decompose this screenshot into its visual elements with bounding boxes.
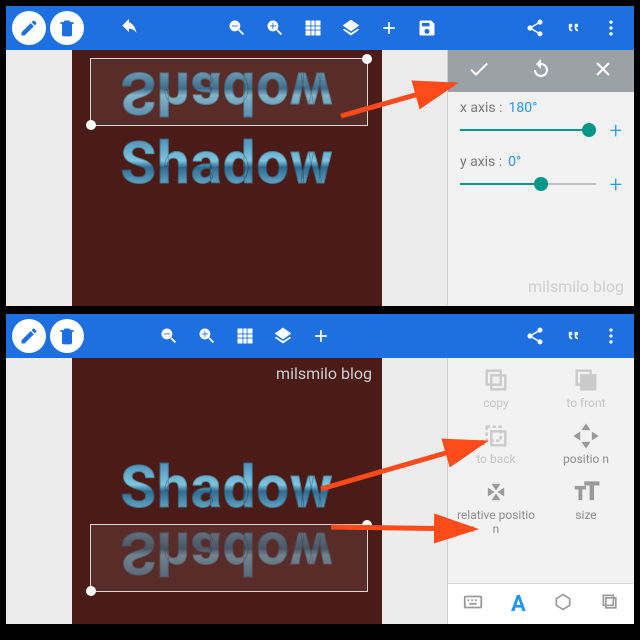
x-axis-value: 180° bbox=[508, 100, 537, 116]
add-button[interactable] bbox=[372, 11, 406, 45]
action-label: copy bbox=[483, 396, 508, 410]
toolbar bbox=[6, 6, 634, 50]
selection-handle[interactable] bbox=[362, 520, 372, 530]
y-axis-row: y axis : 0° bbox=[448, 146, 634, 170]
close-button[interactable] bbox=[591, 57, 615, 85]
selection-box[interactable] bbox=[90, 58, 368, 126]
plus-icon[interactable]: + bbox=[610, 119, 622, 144]
layers-button[interactable] bbox=[266, 319, 300, 353]
x-axis-slider[interactable]: + bbox=[460, 118, 622, 142]
undo-button[interactable] bbox=[112, 11, 146, 45]
watermark: milsmilo blog bbox=[276, 364, 372, 383]
screenshot-1: Shadow Shadow x axis : 180° + y axis : 0… bbox=[6, 6, 634, 306]
zoom-in-button[interactable] bbox=[190, 319, 224, 353]
action-size[interactable]: TT size bbox=[544, 474, 628, 538]
rotation-panel: x axis : 180° + y axis : 0° + milsmilo b… bbox=[447, 50, 634, 306]
watermark: milsmilo blog bbox=[528, 277, 624, 296]
edit-button[interactable] bbox=[12, 319, 46, 353]
grid-button[interactable] bbox=[296, 11, 330, 45]
more-button[interactable] bbox=[594, 11, 628, 45]
action-label: relative positio n bbox=[457, 508, 535, 536]
selection-handle[interactable] bbox=[86, 586, 96, 596]
panel-header bbox=[448, 50, 634, 92]
tab-shape[interactable] bbox=[553, 592, 573, 616]
actions-grid: copy to front to back positio n relative… bbox=[448, 358, 634, 542]
text-layer[interactable]: Shadow bbox=[120, 454, 333, 522]
selection-box[interactable] bbox=[90, 524, 368, 592]
action-label: size bbox=[575, 508, 596, 522]
selection-handle[interactable] bbox=[362, 54, 372, 64]
action-copy[interactable]: copy bbox=[454, 362, 538, 412]
canvas[interactable]: milsmilo blog Shadow Shadow bbox=[72, 358, 382, 624]
x-axis-label: x axis : bbox=[460, 100, 502, 116]
tab-layers[interactable] bbox=[600, 592, 620, 616]
edit-button[interactable] bbox=[12, 11, 46, 45]
quote-button[interactable] bbox=[556, 319, 590, 353]
zoom-out-button[interactable] bbox=[220, 11, 254, 45]
action-label: to front bbox=[566, 396, 605, 410]
zoom-out-button[interactable] bbox=[152, 319, 186, 353]
share-button[interactable] bbox=[518, 11, 552, 45]
y-axis-slider[interactable]: + bbox=[460, 172, 622, 196]
action-to-back[interactable]: to back bbox=[454, 418, 538, 468]
tab-text[interactable]: A bbox=[511, 592, 526, 617]
more-button[interactable] bbox=[594, 319, 628, 353]
action-position[interactable]: positio n bbox=[544, 418, 628, 468]
screenshot-2: milsmilo blog Shadow Shadow copy to fron… bbox=[6, 314, 634, 624]
actions-panel: copy to front to back positio n relative… bbox=[447, 358, 634, 624]
action-relative-position[interactable]: relative positio n bbox=[454, 474, 538, 538]
delete-button[interactable] bbox=[50, 11, 84, 45]
plus-icon[interactable]: + bbox=[610, 173, 622, 198]
y-axis-value: 0° bbox=[508, 154, 521, 170]
tab-keyboard[interactable] bbox=[462, 591, 484, 617]
save-button[interactable] bbox=[410, 11, 444, 45]
layers-button[interactable] bbox=[334, 11, 368, 45]
text-layer[interactable]: Shadow bbox=[120, 130, 333, 198]
reset-button[interactable] bbox=[529, 57, 553, 85]
y-axis-label: y axis : bbox=[460, 154, 502, 170]
confirm-button[interactable] bbox=[467, 57, 491, 85]
delete-button[interactable] bbox=[50, 319, 84, 353]
add-button[interactable] bbox=[304, 319, 338, 353]
canvas[interactable]: Shadow Shadow bbox=[72, 50, 382, 306]
selection-handle[interactable] bbox=[86, 120, 96, 130]
zoom-in-button[interactable] bbox=[258, 11, 292, 45]
editor-stage[interactable]: milsmilo blog Shadow Shadow bbox=[6, 358, 448, 624]
editor-stage[interactable]: Shadow Shadow bbox=[6, 50, 448, 306]
action-label: to back bbox=[476, 452, 515, 466]
bottom-tabbar: A bbox=[448, 583, 634, 624]
share-button[interactable] bbox=[518, 319, 552, 353]
svg-text:T: T bbox=[585, 478, 599, 505]
action-label: positio n bbox=[563, 452, 609, 466]
grid-button[interactable] bbox=[228, 319, 262, 353]
toolbar bbox=[6, 314, 634, 358]
quote-button[interactable] bbox=[556, 11, 590, 45]
x-axis-row: x axis : 180° bbox=[448, 92, 634, 116]
action-to-front[interactable]: to front bbox=[544, 362, 628, 412]
